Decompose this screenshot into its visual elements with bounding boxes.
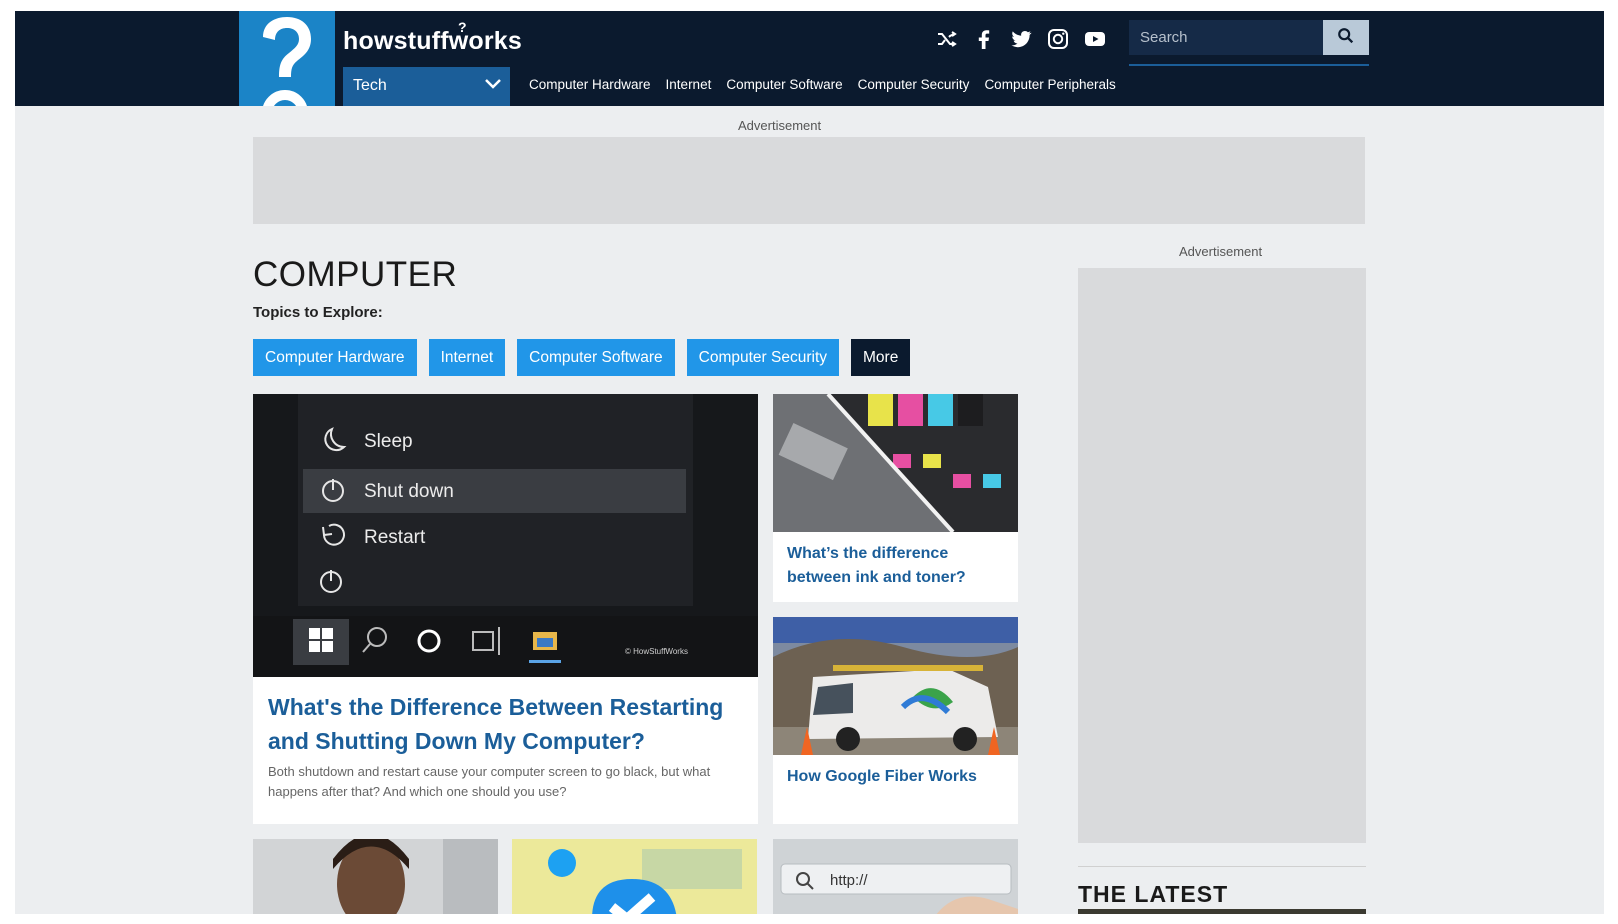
category-select[interactable]: Tech	[343, 67, 510, 106]
nav-computer-peripherals[interactable]: Computer Peripherals	[984, 77, 1115, 92]
article-thumb-verified[interactable]	[512, 839, 757, 914]
google-fiber-image[interactable]	[773, 617, 1018, 755]
main-nav: Computer Hardware Internet Computer Soft…	[529, 77, 1116, 92]
featured-article-card[interactable]: Sleep Shut down Restart © HowStuffWorks …	[253, 394, 758, 824]
instagram-icon[interactable]	[1046, 27, 1070, 51]
search-icon	[1338, 28, 1354, 44]
logo[interactable]	[239, 11, 335, 106]
ad-banner-side[interactable]	[1078, 268, 1366, 843]
shuffle-icon[interactable]	[935, 27, 959, 51]
menu-shut-down: Shut down	[364, 481, 454, 502]
ad-label-top: Advertisement	[738, 118, 822, 133]
nav-computer-hardware[interactable]: Computer Hardware	[529, 77, 651, 92]
topic-computer-hardware[interactable]: Computer Hardware	[253, 339, 417, 376]
nav-computer-security[interactable]: Computer Security	[858, 77, 970, 92]
question-mark-icon	[263, 17, 311, 106]
topics-label: Topics to Explore:	[253, 304, 383, 321]
featured-article-description: Both shutdown and restart cause your com…	[268, 764, 711, 799]
chevron-down-icon	[485, 79, 501, 89]
nav-internet[interactable]: Internet	[666, 77, 712, 92]
site-header: howstuffworks ? Tech Computer Hardware I…	[15, 11, 1604, 106]
brand-wordmark[interactable]: howstuffworks ?	[343, 19, 522, 56]
ad-label-side: Advertisement	[1179, 244, 1263, 259]
topics-list: Computer Hardware Internet Computer Soft…	[253, 339, 911, 376]
menu-restart: Restart	[364, 527, 426, 548]
featured-article-image[interactable]: Sleep Shut down Restart © HowStuffWorks	[253, 394, 758, 677]
search-button[interactable]	[1323, 20, 1369, 55]
topic-internet[interactable]: Internet	[428, 339, 506, 376]
brand-text: howstuffworks	[343, 27, 522, 55]
header-divider	[1129, 64, 1369, 66]
page: howstuffworks ? Tech Computer Hardware I…	[15, 11, 1604, 914]
url-thumb-text: http://	[830, 872, 868, 889]
brand-question-icon: ?	[458, 19, 467, 35]
article-thumb-url[interactable]: http://	[773, 839, 1018, 914]
ink-toner-image[interactable]	[773, 394, 1018, 534]
nav-computer-software[interactable]: Computer Software	[726, 77, 842, 92]
image-watermark: © HowStuffWorks	[625, 647, 688, 656]
social-links	[935, 27, 1107, 51]
search-box	[1129, 20, 1369, 55]
latest-heading: THE LATEST	[1078, 881, 1229, 907]
category-select-value: Tech	[353, 77, 387, 94]
latest-divider	[1078, 866, 1366, 867]
article-thumb-person[interactable]	[253, 839, 498, 914]
topics-more-button[interactable]: More	[851, 339, 911, 376]
article-card-google-fiber[interactable]: How Google Fiber Works	[773, 617, 1018, 824]
article-title-google-fiber[interactable]: How Google Fiber Works	[787, 765, 1007, 789]
youtube-icon[interactable]	[1083, 27, 1107, 51]
ad-banner-top[interactable]	[253, 137, 1365, 224]
topic-computer-security[interactable]: Computer Security	[686, 339, 840, 376]
latest-article-thumb[interactable]	[1078, 909, 1366, 914]
facebook-icon[interactable]	[972, 27, 996, 51]
article-title-ink-toner[interactable]: What’s the difference between ink and to…	[787, 542, 1007, 590]
featured-article-title[interactable]: What's the Difference Between Restarting…	[268, 690, 738, 758]
topic-computer-software[interactable]: Computer Software	[517, 339, 675, 376]
search-input[interactable]	[1129, 20, 1323, 55]
menu-sleep: Sleep	[364, 431, 413, 452]
article-card-ink-toner[interactable]: What’s the difference between ink and to…	[773, 394, 1018, 602]
twitter-icon[interactable]	[1009, 27, 1033, 51]
page-title: COMPUTER	[253, 255, 458, 294]
